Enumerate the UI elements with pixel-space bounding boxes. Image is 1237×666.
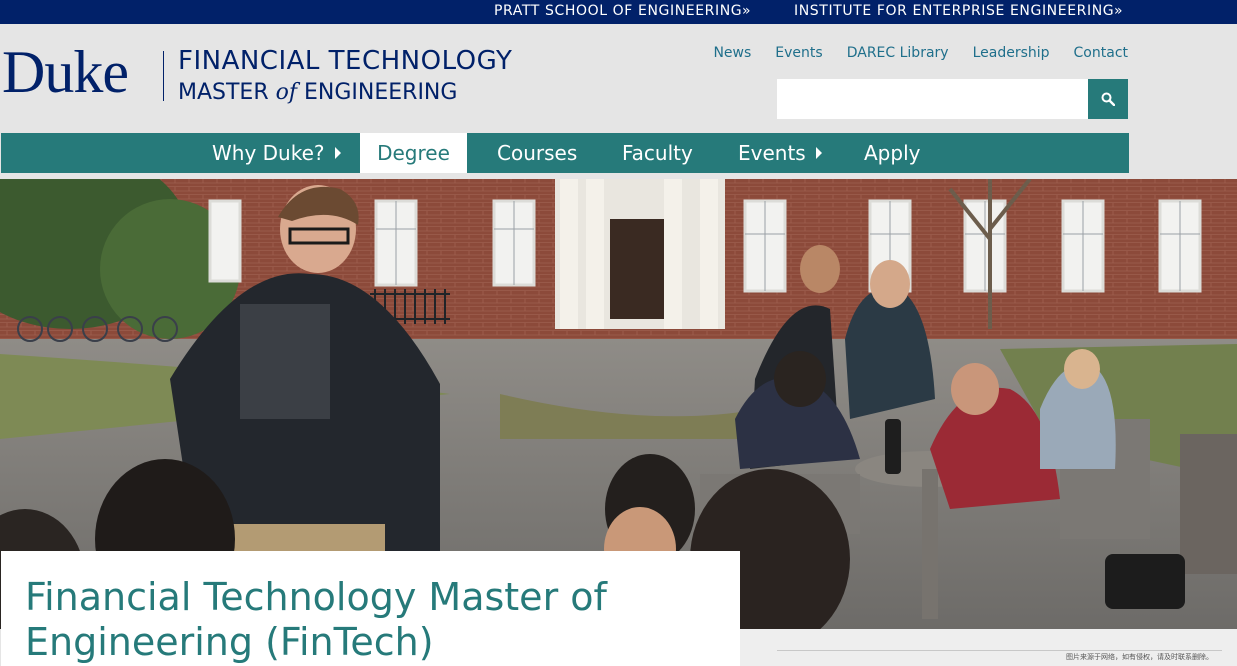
- top-bar: PRATT SCHOOL OF ENGINEERING» INSTITUTE F…: [0, 0, 1237, 24]
- page-title: Financial Technology Master of Engineeri…: [25, 575, 607, 664]
- caption-strip: 图片来源于网络，如有侵权，请及时联系删除。: [740, 629, 1237, 666]
- site-header: Duke FINANCIAL TECHNOLOGY MASTER of ENGI…: [0, 24, 1237, 133]
- nav-degree[interactable]: Degree: [360, 133, 467, 173]
- search-button[interactable]: [1088, 79, 1128, 119]
- hero-title-card: Financial Technology Master of Engineeri…: [1, 551, 740, 666]
- nav-why-duke[interactable]: Why Duke?: [212, 133, 341, 173]
- nav-events[interactable]: Events: [738, 133, 822, 173]
- caret-right-icon: [334, 147, 341, 159]
- search-input[interactable]: [777, 79, 1088, 119]
- nav-faculty[interactable]: Faculty: [622, 133, 693, 173]
- nav-apply[interactable]: Apply: [864, 133, 920, 173]
- main-nav: Why Duke? Degree Courses Faculty Events …: [1, 133, 1129, 173]
- util-leadership-link[interactable]: Leadership: [973, 45, 1050, 61]
- util-contact-link[interactable]: Contact: [1074, 45, 1128, 61]
- program-subtitle[interactable]: MASTER of ENGINEERING: [178, 80, 457, 105]
- duke-logo[interactable]: Duke: [2, 42, 129, 102]
- divider: [777, 650, 1222, 651]
- logo-divider: [163, 51, 164, 101]
- image-source-note: 图片来源于网络，如有侵权，请及时联系删除。: [1066, 653, 1213, 661]
- util-darec-library-link[interactable]: DAREC Library: [847, 45, 949, 61]
- util-news-link[interactable]: News: [713, 45, 751, 61]
- util-events-link[interactable]: Events: [775, 45, 822, 61]
- caret-right-icon: [815, 147, 822, 159]
- utility-nav: News Events DAREC Library Leadership Con…: [713, 45, 1128, 61]
- institute-link[interactable]: INSTITUTE FOR ENTERPRISE ENGINEERING»: [794, 3, 1123, 19]
- search-icon: [1101, 92, 1115, 106]
- nav-courses[interactable]: Courses: [497, 133, 577, 173]
- pratt-school-link[interactable]: PRATT SCHOOL OF ENGINEERING»: [494, 3, 751, 19]
- program-name[interactable]: FINANCIAL TECHNOLOGY: [178, 46, 512, 76]
